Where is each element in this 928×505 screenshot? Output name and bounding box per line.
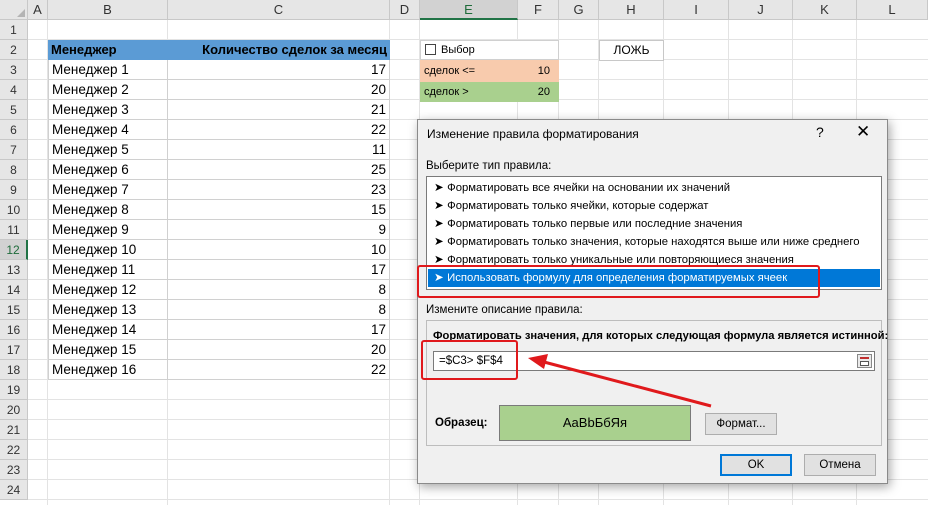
annotation-arrow <box>528 354 712 408</box>
arrow-head <box>528 354 548 369</box>
arrow-line <box>543 360 712 408</box>
